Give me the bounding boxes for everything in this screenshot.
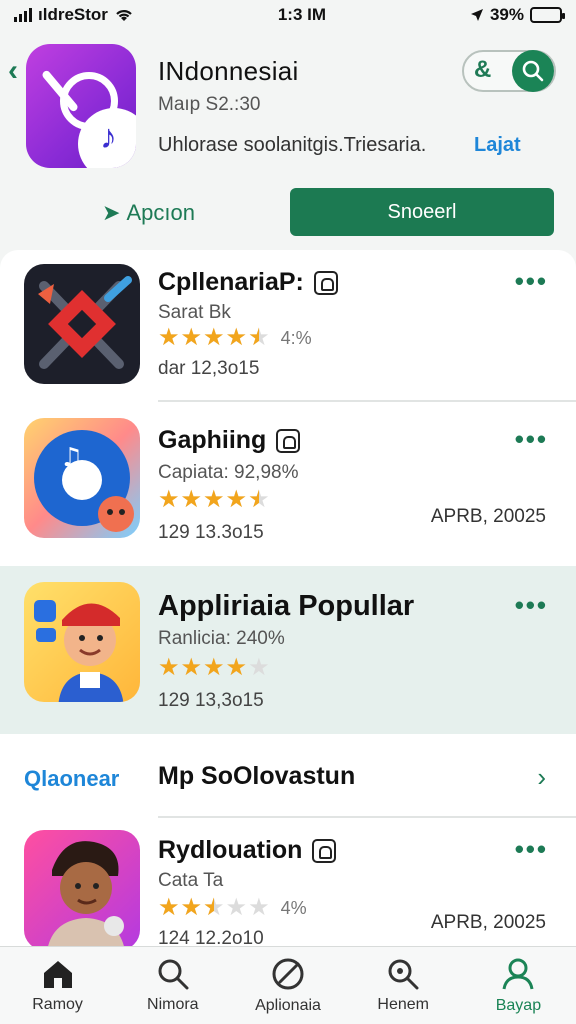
app-category: Ranlicia: 240% <box>158 628 285 649</box>
lock-icon <box>313 270 338 295</box>
app-category: Cata Ta <box>158 870 224 891</box>
release-date: APRB, 20025 <box>430 506 546 527</box>
location-icon <box>470 9 483 21</box>
app-name: CpllenariaP: <box>158 268 304 296</box>
app-meta: 129 13.3o15 <box>158 522 264 543</box>
rating-percent: 4% <box>280 897 307 918</box>
filter-icon: & <box>474 56 492 83</box>
tab-profile[interactable]: Bayap <box>461 947 576 1024</box>
compass-icon <box>272 958 304 989</box>
battery-icon <box>530 7 565 23</box>
more-link[interactable]: Lajat <box>474 134 521 157</box>
rating: ★★★★★★★★★★ <box>158 656 271 680</box>
wifi-icon <box>116 10 132 21</box>
app-meta: 129 13,3o15 <box>158 690 264 711</box>
more-options-icon[interactable]: ••• <box>515 266 548 297</box>
app-name: Rydlouation <box>158 836 303 864</box>
release-date: APRB, 20025 <box>430 912 546 933</box>
divider <box>158 816 576 818</box>
tab-search[interactable]: Nimora <box>115 947 230 1024</box>
app-description: Uhlorase soolanitgis.Triesaria. <box>158 134 427 156</box>
music-note-icon: ♪ <box>100 118 117 156</box>
star-rating: ★★★★★★★★★★ <box>158 324 271 351</box>
featured-app-icon[interactable]: ♪ <box>26 44 136 168</box>
section-link[interactable]: Qlaonear <box>24 766 119 792</box>
signal-icon <box>14 8 32 22</box>
send-icon: ➤ <box>102 200 121 225</box>
app-icon: ♫ <box>24 418 140 538</box>
search-icon <box>522 60 544 82</box>
list-item[interactable]: CpllenariaP: Sarat Bk ★★★★★★★★★★ 4:% dar… <box>0 250 576 402</box>
list-item[interactable]: Rydlouation Cata Ta ★★★★★★★★★★ 4% 124 12… <box>0 820 576 946</box>
more-options-icon[interactable]: ••• <box>515 834 548 865</box>
tab-explore[interactable]: Aplionaia <box>230 947 345 1024</box>
battery-percent: 39% <box>489 5 524 24</box>
app-category: Capiata: 92,98% <box>158 462 299 483</box>
rating: ★★★★★★★★★★ <box>158 488 271 512</box>
status-bar: ıldreStor 1:3 IM 39% <box>0 0 576 30</box>
lock-icon <box>276 428 301 453</box>
app-icon <box>24 264 140 384</box>
app-icon <box>24 582 140 702</box>
rating-percent: 4:% <box>280 327 312 348</box>
app-category: Sarat Bk <box>158 302 231 323</box>
more-options-icon[interactable]: ••• <box>515 590 548 621</box>
carrier-text: ıldreStor <box>38 5 108 24</box>
search-toggle[interactable]: & <box>462 50 556 92</box>
person-icon <box>502 958 534 989</box>
tab-search-2[interactable]: Henem <box>346 947 461 1024</box>
list-item[interactable]: Appliriaia Popullar Ranlicia: 240% ★★★★★… <box>0 566 576 734</box>
section-title: Mp SoOlovastun <box>158 762 356 790</box>
app-title: INdonnesiai <box>158 56 299 86</box>
tab-home[interactable]: Ramoy <box>0 947 115 1024</box>
lock-icon <box>312 838 337 863</box>
clock: 1:3 IM <box>277 5 327 24</box>
action-link[interactable]: ➤ Apcıon <box>102 200 195 226</box>
star-rating: ★★★★★★★★★★ <box>158 486 271 513</box>
chevron-right-icon[interactable]: › <box>537 762 546 793</box>
rating: ★★★★★★★★★★ 4% <box>158 896 307 920</box>
app-meta: 124 12.2o10 <box>158 928 264 946</box>
home-icon <box>43 960 72 988</box>
section-header[interactable]: Qlaonear Mp SoOlovastun › <box>0 742 576 818</box>
svg-text:♫: ♫ <box>60 443 83 473</box>
app-name: Gaphiing <box>158 426 267 454</box>
app-header: ‹ ♪ INdonnesiai Maıp S2.:30 Uhlorase soo… <box>0 30 576 250</box>
tab-bar: Ramoy Nimora Aplionaia Henem Bayap <box>0 946 576 1024</box>
app-subtitle: Maıp S2.:30 <box>158 94 261 115</box>
back-chevron-icon[interactable]: ‹ <box>8 54 18 88</box>
search-icon <box>388 959 419 989</box>
search-button[interactable] <box>512 50 554 92</box>
primary-button[interactable]: Snoeerl <box>290 188 554 236</box>
list-item[interactable]: ♫ Gaphiing Capiata: 92,98% ★★★★★★★★★★ 12… <box>0 402 576 562</box>
app-meta: dar 12,3o15 <box>158 358 260 379</box>
more-options-icon[interactable]: ••• <box>515 424 548 455</box>
app-list: CpllenariaP: Sarat Bk ★★★★★★★★★★ 4:% dar… <box>0 250 576 946</box>
star-rating: ★★★★★★★★★★ <box>158 654 271 681</box>
search-icon <box>158 959 189 989</box>
rating: ★★★★★★★★★★ 4:% <box>158 326 312 350</box>
star-rating: ★★★★★★★★★★ <box>158 894 271 921</box>
app-icon <box>24 830 140 946</box>
app-name: Appliriaia Popullar <box>158 590 415 622</box>
